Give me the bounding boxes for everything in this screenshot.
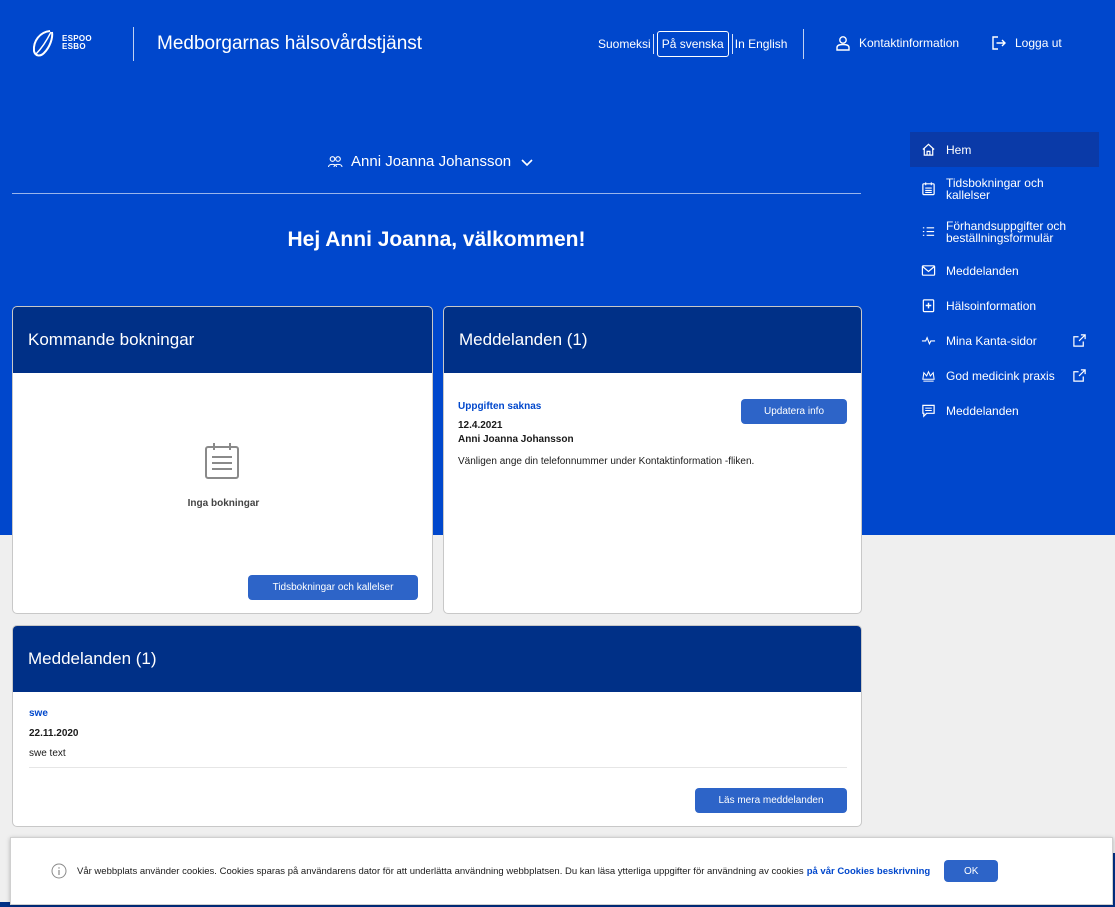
- external-link-icon: [1073, 334, 1086, 347]
- nav-item-label: God medicink praxis: [946, 368, 1055, 383]
- list-icon: [920, 224, 936, 240]
- calendar-icon: [920, 181, 936, 197]
- cookie-text: Vår webbplats använder cookies. Cookies …: [77, 865, 804, 877]
- bookings-card-title: Kommande bokningar: [13, 307, 432, 373]
- nav-item-label: Meddelanden: [946, 263, 1019, 278]
- lang-finnish[interactable]: Suomeksi: [597, 32, 652, 56]
- external-link-icon: [1073, 369, 1086, 382]
- cookie-policy-link[interactable]: på vår Cookies beskrivning: [807, 866, 931, 877]
- user-selector-underline: [12, 193, 861, 194]
- envelope-icon: [920, 263, 936, 279]
- logout-icon: [992, 36, 1006, 50]
- user-icon: [836, 36, 850, 51]
- message-sender: Anni Joanna Johansson: [458, 434, 574, 445]
- logout-label: Logga ut: [1015, 36, 1062, 50]
- nav-item-label: Tidsbokningar och kallelser: [946, 175, 1044, 202]
- nav-item-kanta[interactable]: Mina Kanta-sidor: [910, 323, 1099, 358]
- chat-icon: [920, 403, 936, 419]
- header-divider: [133, 27, 134, 61]
- nav-item-label: Mina Kanta-sidor: [946, 333, 1037, 348]
- lang-swedish[interactable]: På svenska: [656, 31, 729, 57]
- calendar-icon: [205, 443, 239, 479]
- info-icon: [51, 863, 67, 879]
- app-title: Medborgarnas hälsovårdstjänst: [157, 33, 423, 54]
- cookie-banner: Vår webbplats använder cookies. Cookies …: [10, 837, 1113, 905]
- announcement-title-link[interactable]: swe: [29, 708, 48, 719]
- nav-item-good-practice[interactable]: God medicink praxis: [910, 358, 1099, 393]
- nav-item-forms[interactable]: Förhandsuppgifter och beställningsformul…: [910, 210, 1099, 253]
- nav-item-announcements[interactable]: Meddelanden: [910, 393, 1099, 428]
- message-date: 12.4.2021: [458, 420, 503, 431]
- nav-item-appointments[interactable]: Tidsbokningar och kallelser: [910, 167, 1099, 210]
- contact-info-link[interactable]: Kontaktinformation: [835, 35, 959, 51]
- nav-item-messages[interactable]: Meddelanden: [910, 253, 1099, 288]
- welcome-heading: Hej Anni Joanna, välkommen!: [287, 228, 586, 251]
- nav-item-health-info[interactable]: Hälsoinformation: [910, 288, 1099, 323]
- language-switcher: Suomeksi På svenska In English: [597, 31, 788, 57]
- messages-card: Meddelanden (1) Uppgiften saknas 12.4.20…: [443, 306, 862, 614]
- messages-card-title: Meddelanden (1): [444, 307, 861, 373]
- espoo-logo-mark-icon: [32, 30, 54, 57]
- home-icon: [920, 142, 936, 158]
- top-header: ESPOO ESBO Medborgarnas hälsovårdstjänst…: [0, 0, 1115, 90]
- logo-text-esbo: ESBO: [62, 42, 86, 51]
- announcements-card-title: Meddelanden (1): [13, 626, 861, 692]
- people-icon: [327, 155, 343, 167]
- cookie-ok-button[interactable]: OK: [944, 860, 999, 882]
- header-divider: [803, 29, 804, 59]
- logout-link[interactable]: Logga ut: [991, 35, 1062, 51]
- update-info-button[interactable]: Updatera info: [741, 399, 847, 424]
- lang-separator: [731, 34, 733, 54]
- espoo-logo[interactable]: ESPOO ESBO: [30, 28, 92, 58]
- pulse-icon: [920, 333, 936, 349]
- bookings-card: Kommande bokningar Inga bokningar Tidsbo…: [12, 306, 433, 614]
- health-record-icon: [920, 298, 936, 314]
- user-name: Anni Joanna Johansson: [351, 153, 512, 170]
- announcements-card: Meddelanden (1) swe 22.11.2020 swe text …: [12, 625, 862, 827]
- read-more-messages-button[interactable]: Läs mera meddelanden: [695, 788, 847, 813]
- announcement-text: swe text: [29, 748, 66, 759]
- nav-item-label: Hälsoinformation: [946, 298, 1037, 313]
- user-selector[interactable]: Anni Joanna Johansson: [327, 153, 535, 170]
- appointments-button[interactable]: Tidsbokningar och kallelser: [248, 575, 418, 600]
- nav-item-label: Meddelanden: [946, 403, 1019, 418]
- crown-icon: [920, 368, 936, 384]
- lang-separator: [652, 34, 654, 54]
- announcement-date: 22.11.2020: [29, 728, 79, 739]
- nav-item-label: Hem: [946, 142, 972, 157]
- side-navigation: Hem Tidsbokningar och kallelser Förhands…: [910, 132, 1099, 428]
- message-text: Vänligen ange din telefonnummer under Ko…: [458, 456, 755, 467]
- no-bookings-text: Inga bokningar: [187, 498, 260, 509]
- message-title-link[interactable]: Uppgiften saknas: [458, 401, 541, 412]
- logo-text: ESPOO ESBO: [62, 35, 92, 51]
- nav-item-home[interactable]: Hem: [910, 132, 1099, 167]
- announcement-divider: [29, 767, 847, 768]
- contact-info-label: Kontaktinformation: [859, 36, 960, 50]
- lang-english[interactable]: In English: [734, 32, 789, 56]
- chevron-down-icon: [521, 158, 533, 166]
- nav-item-label: Förhandsuppgifter och beställningsformul…: [946, 218, 1067, 245]
